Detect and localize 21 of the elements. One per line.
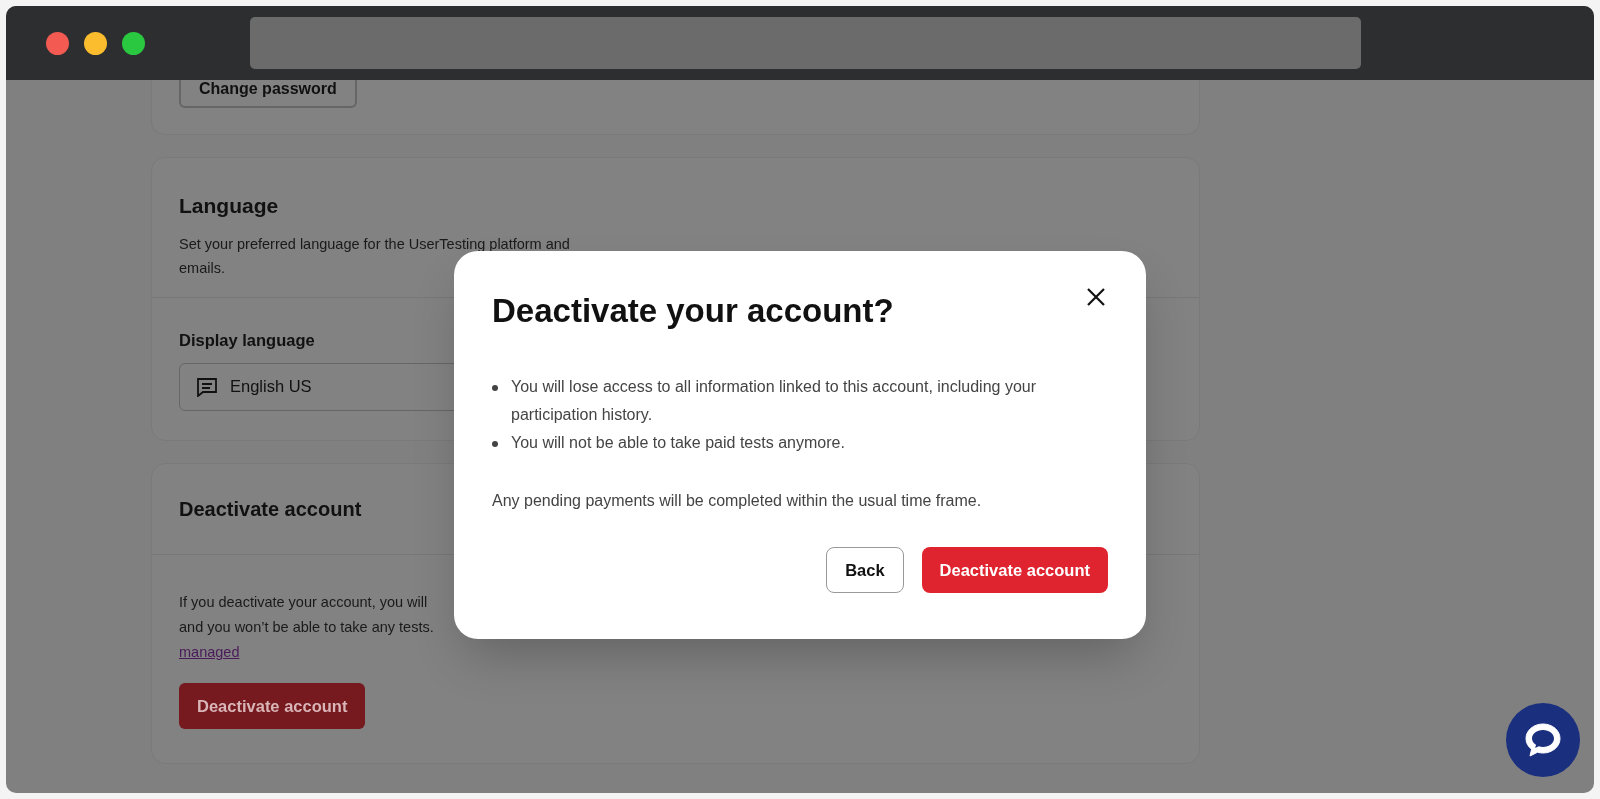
dialog-title: Deactivate your account? [492,291,894,331]
bullet-text: You will not be able to take paid tests anymore. [511,433,846,453]
minimize-window-icon[interactable] [84,31,107,55]
close-icon [1086,287,1106,307]
dialog-note: Any pending payments will be completed within the usual time frame. [492,491,983,511]
close-window-icon[interactable] [46,31,69,55]
manage-link[interactable]: managed [179,644,240,660]
back-button[interactable]: Back [826,547,904,593]
speech-bubble-icon [1524,722,1562,758]
change-password-button[interactable]: Change password [179,80,357,108]
section-title: Language [179,193,279,219]
section-title: Deactivate account [179,497,362,522]
deactivate-account-button[interactable]: Deactivate account [179,683,366,729]
select-value: English US [230,376,312,398]
deactivate-account-button[interactable]: Deactivate account [921,547,1108,593]
bullet-icon [492,385,498,391]
maximize-window-icon[interactable] [122,31,145,55]
bullet-icon [492,441,498,447]
chat-icon [196,376,218,397]
section-description: Set your preferred language for the UserTesting platform and emails. [179,234,571,278]
field-label: Display language [179,330,316,351]
